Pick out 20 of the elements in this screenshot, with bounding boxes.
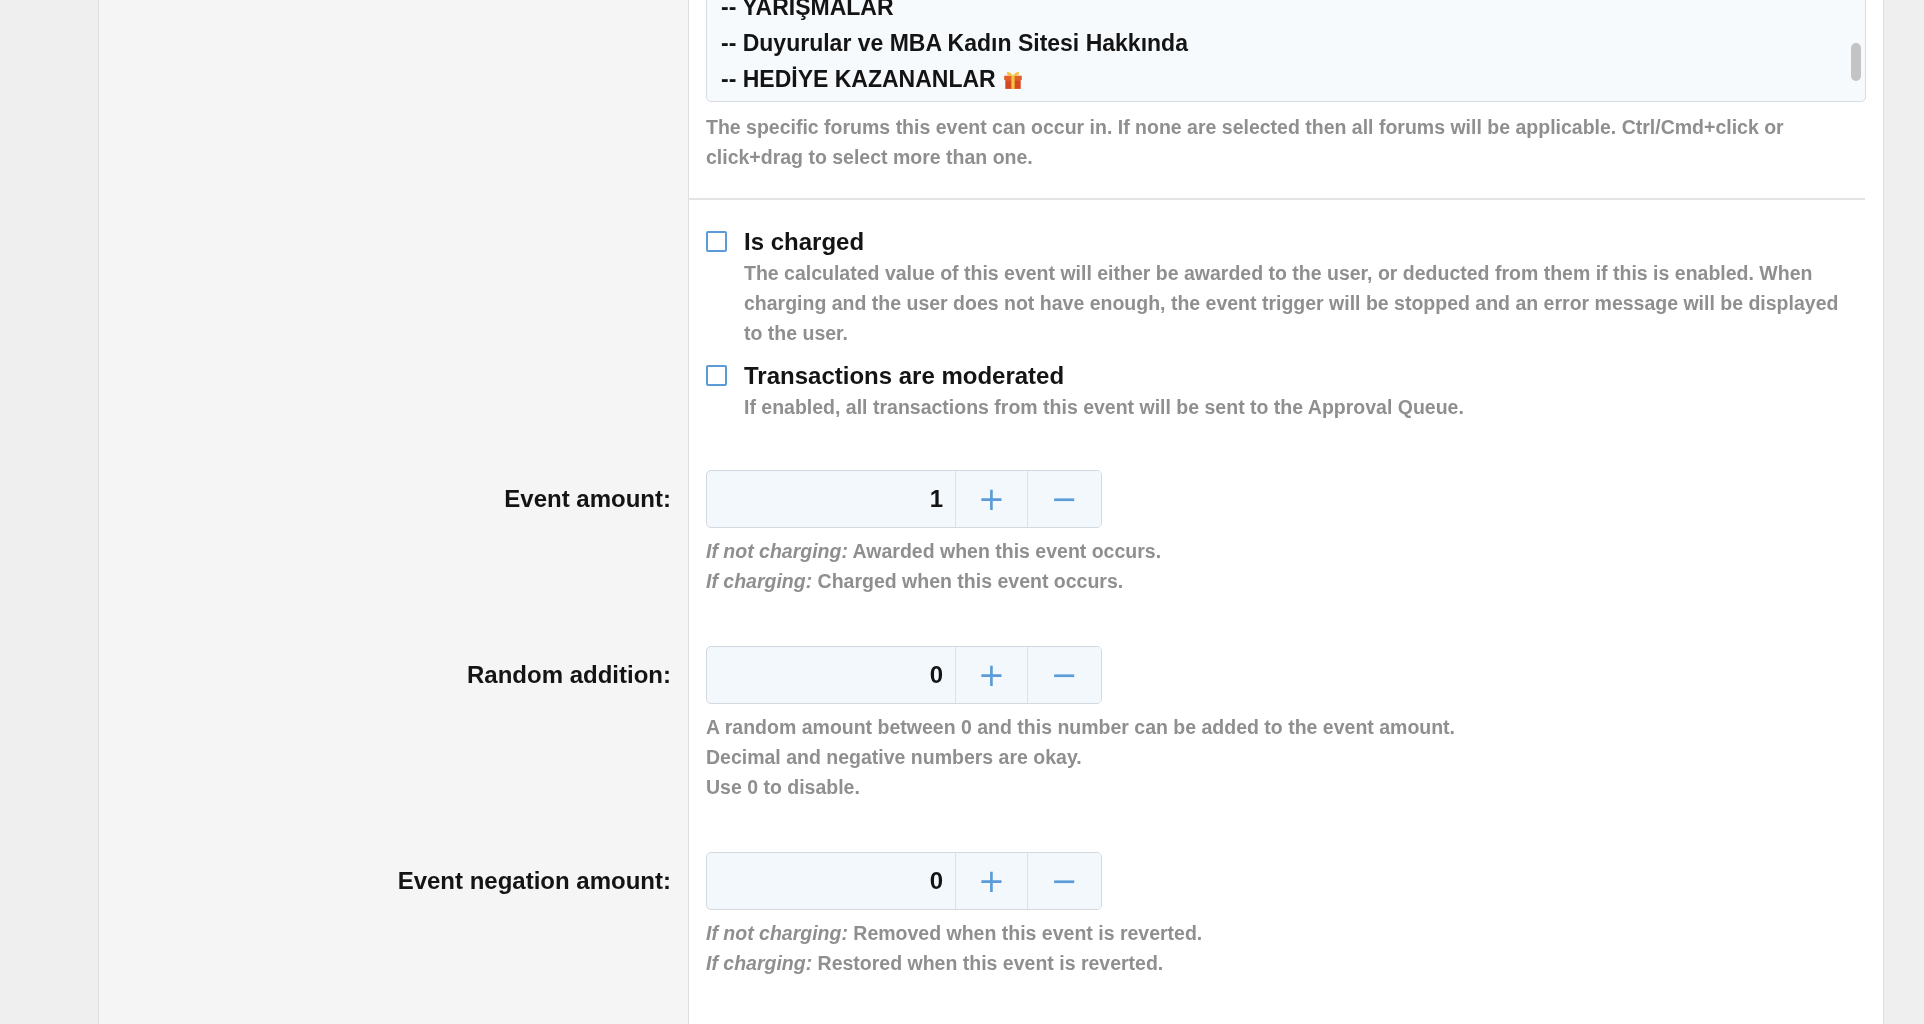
field-hint: Use 0 to disable. — [706, 775, 861, 800]
forum-option[interactable]: -- Duyurular ve MBA Kadın Sitesi Hakkında — [721, 25, 1851, 61]
checkbox[interactable] — [706, 365, 727, 386]
checkbox-label[interactable]: Is charged — [744, 228, 1848, 256]
field-hint: A random amount between 0 and this number can be added to the event amount. — [706, 715, 1457, 740]
forum-option[interactable]: -- HEDİYE KAZANANLAR — [721, 61, 1851, 97]
field-hint: If charging: Charged when this event occurs. — [706, 569, 1125, 594]
checkbox-label[interactable]: Transactions are moderated — [744, 362, 1464, 390]
option-description: The calculated value of this event will either be awarded to the user, or deducted from them if this is enabled. When charging and the user does not have enough, the event trigger will be stopped and an error message will be displayed to the user. — [744, 261, 1840, 346]
field-label: Event negation amount: — [397, 867, 671, 895]
field-hint: If charging: Restored when this event is reverted. — [706, 951, 1165, 976]
field-label: Random addition: — [467, 661, 671, 689]
forums-hint: The specific forums this event can occur in. If none are selected then all forums will be applicable. Ctrl/Cmd+click or click+drag to select more than one. — [706, 115, 1785, 170]
scrollbar-thumb[interactable] — [1851, 43, 1861, 81]
field-hint: If not charging: Awarded when this event occurs. — [706, 539, 1163, 564]
field-hint: If not charging: Removed when this event is reverted. — [706, 921, 1204, 946]
option-description: If enabled, all transactions from this event will be sent to the Approval Queue. — [744, 395, 1464, 420]
checkbox[interactable] — [706, 231, 727, 252]
field-label: Event amount: — [504, 485, 671, 513]
field-hint: Decimal and negative numbers are okay. — [706, 745, 1083, 770]
